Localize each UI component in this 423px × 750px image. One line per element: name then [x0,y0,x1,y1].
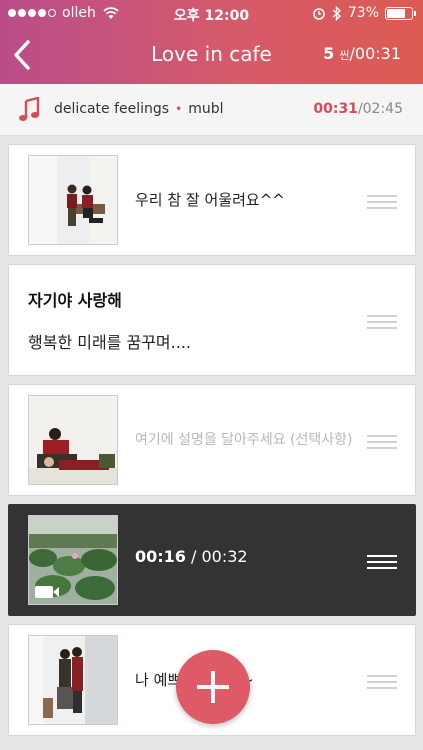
scene-card-4[interactable]: 00:16 / 00:32 [8,504,416,616]
battery-icon [385,6,416,20]
nav-bar: Love in cafe 5 씬/00:31 [0,30,423,80]
battery-percent: 73% [347,5,379,21]
scene-thumbnail [28,635,118,725]
total-duration: /00:31 [349,44,402,63]
scene-count: 5 씬/00:31 [323,44,401,63]
music-bar[interactable]: delicate feelings • mubl 00:31/02:45 [0,84,423,136]
track-time: 00:31/02:45 [313,101,403,117]
song-title: delicate feelings [54,101,170,117]
artist-name: mubl [188,101,224,117]
scene-caption[interactable]: 우리 참 잘 어울려요^^ [135,189,285,210]
video-current-time: 00:16 [135,547,186,566]
video-total-time: / 00:32 [185,547,248,566]
scene-caption-placeholder[interactable]: 여기에 설명을 달아주세요 (선택사항) [135,429,352,449]
scene-text-title[interactable]: 자기야 사랑해 [28,287,122,311]
add-scene-button[interactable] [176,650,250,724]
drag-handle-icon[interactable] [367,555,397,569]
drag-handle-icon[interactable] [367,195,397,209]
track-separator: • [175,102,183,116]
scene-card-2[interactable]: 자기야 사랑해 행복한 미래를 꿈꾸며.... [8,264,416,376]
video-time: 00:16 / 00:32 [135,547,248,566]
track-total-time: /02:45 [357,101,403,117]
app-header: olleh 오후 12:00 73% Love in cafe 5 씬/00:3… [0,0,423,84]
drag-handle-icon[interactable] [367,675,397,689]
alarm-icon [313,8,325,20]
scene-count-unit: 씬 [339,49,350,62]
scene-count-number: 5 [323,44,335,63]
status-bar: olleh 오후 12:00 73% [0,0,423,26]
status-right: 73% [312,5,416,21]
bluetooth-icon [332,5,341,21]
scene-card-3[interactable]: 여기에 설명을 달아주세요 (선택사항) [8,384,416,496]
drag-handle-icon[interactable] [367,315,397,329]
scene-thumbnail [28,395,118,485]
drag-handle-icon[interactable] [367,435,397,449]
battery-fill [387,8,405,18]
track-info: delicate feelings • mubl [54,101,223,117]
scene-card-1[interactable]: 우리 참 잘 어울려요^^ [8,144,416,256]
video-thumbnail [28,515,118,605]
music-note-icon [19,97,40,121]
scene-text-body[interactable]: 행복한 미래를 꿈꾸며.... [28,329,191,353]
scene-thumbnail [28,155,118,245]
track-current-time: 00:31 [313,101,358,117]
